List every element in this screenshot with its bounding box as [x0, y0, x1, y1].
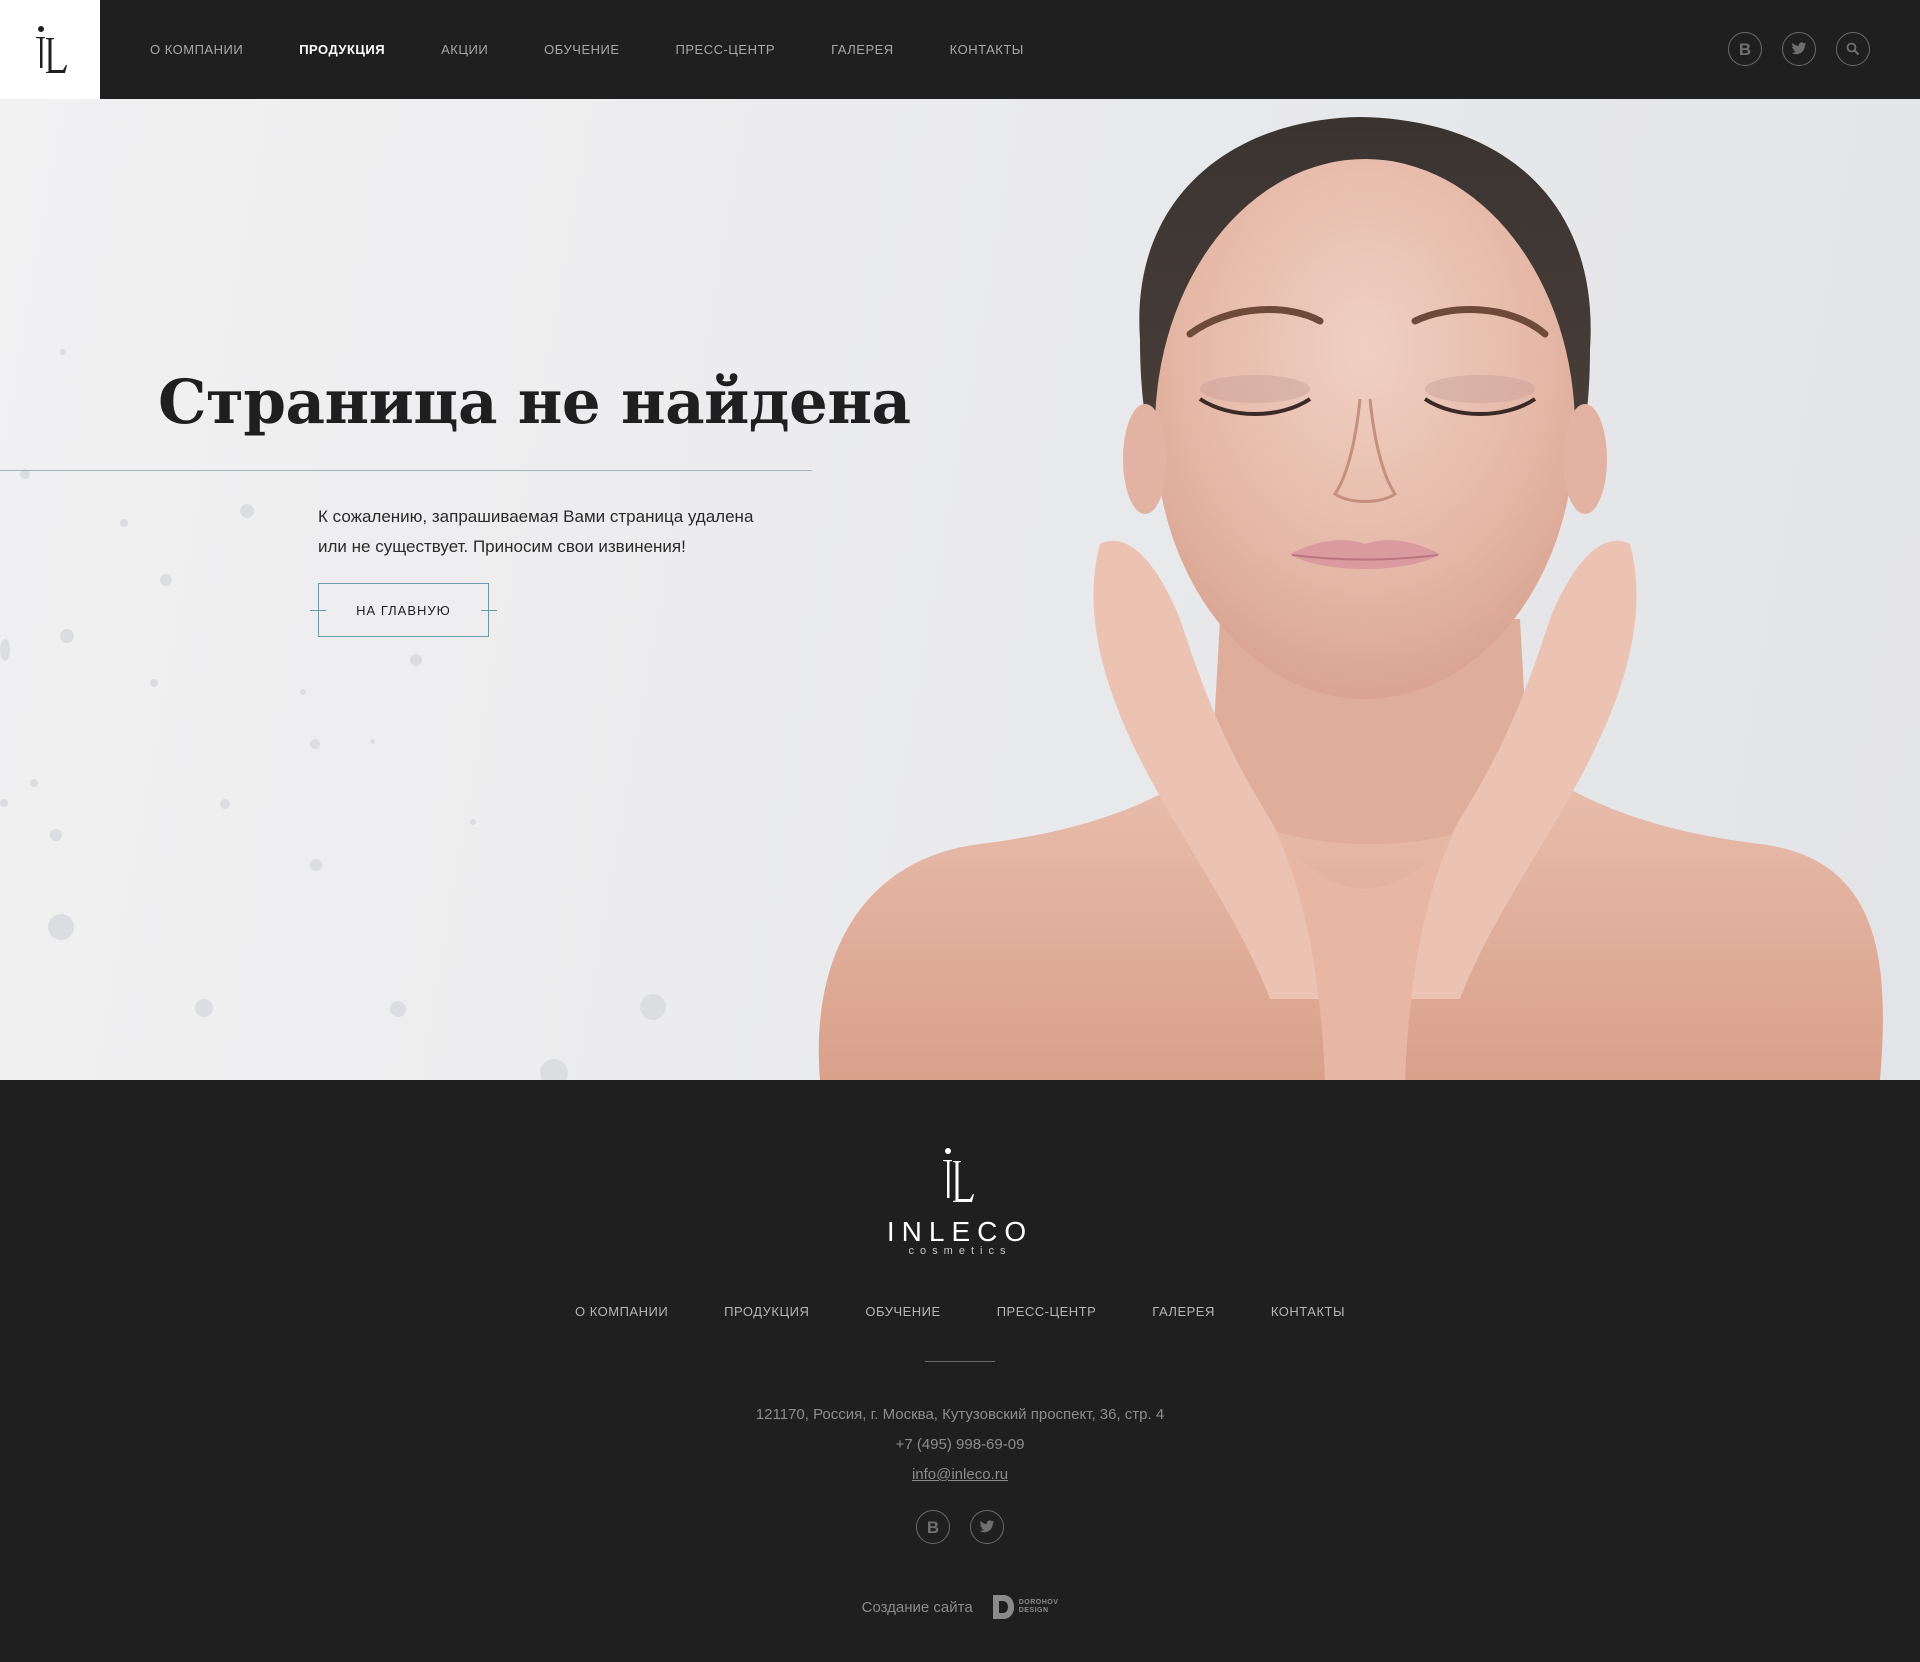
footer-social: B: [0, 1510, 1920, 1544]
model-portrait-image: [818, 117, 1883, 1080]
nav-item-gallery[interactable]: ГАЛЕРЕЯ: [831, 42, 894, 57]
site-footer: INLECO cosmetics О КОМПАНИИ ПРОДУКЦИЯ ОБ…: [0, 1080, 1920, 1662]
page-title: Страница не найдена: [158, 367, 911, 438]
footer-nav: О КОМПАНИИ ПРОДУКЦИЯ ОБУЧЕНИЕ ПРЕСС-ЦЕНТ…: [0, 1304, 1920, 1319]
error-description: К сожалению, запрашиваемая Вами страница…: [318, 502, 798, 562]
footer-brand-name: INLECO: [886, 1216, 1034, 1247]
nav-item-promotions[interactable]: АКЦИИ: [441, 42, 488, 57]
credit-text: Создание сайта: [861, 1598, 973, 1616]
footer-address: 121170, Россия, г. Москва, Кутузовский п…: [755, 1406, 1165, 1423]
error-description-line-1: К сожалению, запрашиваемая Вами страница…: [318, 507, 754, 526]
nav-item-products[interactable]: ПРОДУКЦИЯ: [299, 42, 385, 57]
nav-item-press-center[interactable]: ПРЕСС-ЦЕНТР: [676, 42, 776, 57]
footer-vk-button[interactable]: B: [916, 1510, 950, 1544]
inleco-monogram-icon: [36, 25, 67, 73]
developer-logo-line-1: DOROHOV: [1018, 1599, 1059, 1606]
header-icons: B: [1708, 32, 1870, 66]
vk-icon: B: [926, 1517, 940, 1537]
button-tick-right: [481, 610, 497, 611]
footer-nav-contacts[interactable]: КОНТАКТЫ: [1271, 1304, 1345, 1319]
vk-button[interactable]: B: [1728, 32, 1762, 66]
footer-nav-products[interactable]: ПРОДУКЦИЯ: [724, 1304, 809, 1319]
twitter-icon: [1791, 42, 1807, 55]
header-logo[interactable]: [0, 0, 100, 99]
button-tick-left: [310, 610, 326, 611]
footer-phone[interactable]: +7 (495) 998-69-09: [0, 1430, 1920, 1460]
footer-divider: [925, 1361, 995, 1362]
footer-nav-press-center[interactable]: ПРЕСС-ЦЕНТР: [997, 1304, 1097, 1319]
vk-icon: B: [1738, 39, 1752, 59]
nav-item-about[interactable]: О КОМПАНИИ: [150, 42, 243, 57]
nav-item-contacts[interactable]: КОНТАКТЫ: [950, 42, 1024, 57]
footer-twitter-button[interactable]: [970, 1510, 1004, 1544]
footer-nav-gallery[interactable]: ГАЛЕРЕЯ: [1152, 1304, 1215, 1319]
developer-logo-line-2: DESIGN: [1018, 1607, 1049, 1614]
developer-logo-link[interactable]: DOROHOV DESIGN: [991, 1594, 1059, 1620]
error-description-line-2: или не существует. Приносим свои извинен…: [318, 537, 686, 556]
footer-nav-training[interactable]: ОБУЧЕНИЕ: [865, 1304, 940, 1319]
home-button[interactable]: НА ГЛАВНУЮ: [310, 583, 497, 637]
footer-brand-sub: cosmetics: [908, 1245, 1012, 1257]
search-button[interactable]: [1836, 32, 1870, 66]
home-button-label: НА ГЛАВНУЮ: [356, 602, 451, 618]
footer-nav-about[interactable]: О КОМПАНИИ: [575, 1304, 668, 1319]
twitter-button[interactable]: [1782, 32, 1816, 66]
footer-email-link[interactable]: info@inleco.ru: [912, 1466, 1008, 1483]
hero-section: Страница не найдена К сожалению, запраши…: [0, 99, 1920, 1080]
dorohov-design-logo-icon: [992, 1595, 1014, 1619]
twitter-icon: [979, 1520, 995, 1533]
footer-credit: Создание сайта DOROHOV DESIGN: [0, 1594, 1920, 1620]
developer-logo-text: DOROHOV DESIGN: [1019, 1599, 1059, 1615]
search-icon: [1846, 42, 1860, 56]
main-nav: О КОМПАНИИ ПРОДУКЦИЯ АКЦИИ ОБУЧЕНИЕ ПРЕС…: [150, 0, 1080, 99]
footer-contacts: 121170, Россия, г. Москва, Кутузовский п…: [0, 1400, 1920, 1490]
site-header: О КОМПАНИИ ПРОДУКЦИЯ АКЦИИ ОБУЧЕНИЕ ПРЕС…: [0, 0, 1920, 99]
title-underline: [0, 470, 812, 471]
nav-item-training[interactable]: ОБУЧЕНИЕ: [544, 42, 619, 57]
